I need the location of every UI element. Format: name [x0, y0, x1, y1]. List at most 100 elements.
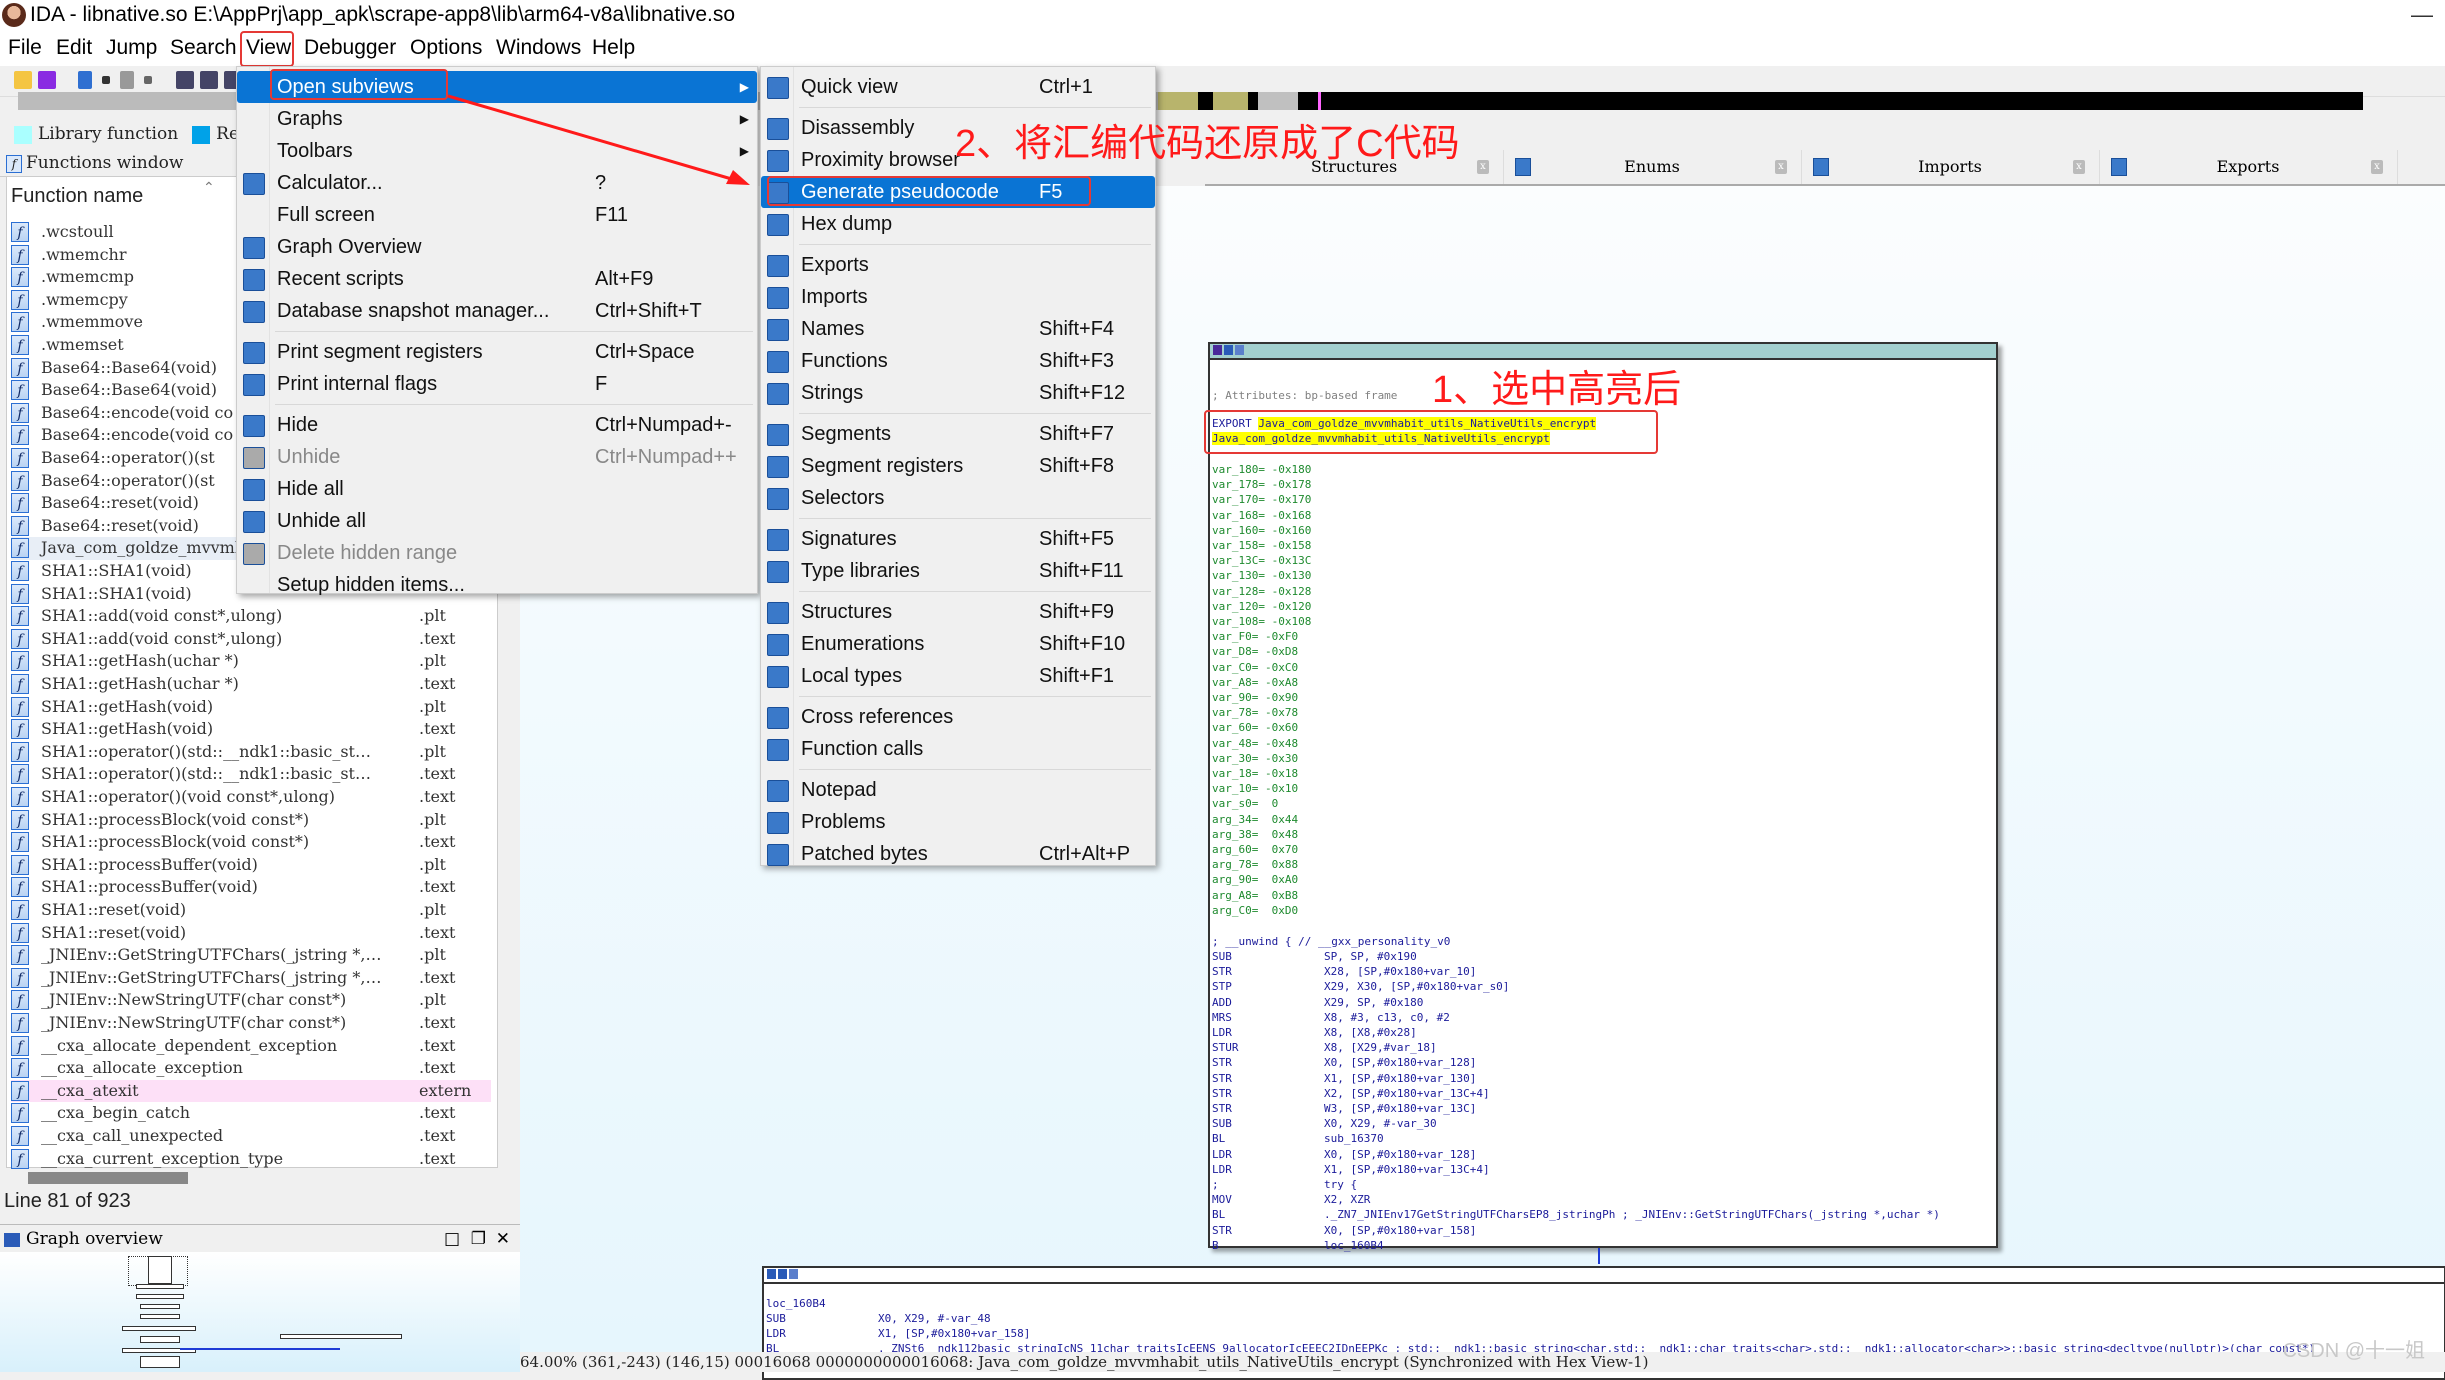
stack-variable[interactable]: var_120= -0x120 [1212, 599, 1311, 614]
function-row[interactable]: f SHA1::processBlock(void const*) .plt [11, 809, 491, 832]
instruction-line[interactable]: STR W3, [SP,#0x180+var_13C] [1212, 1101, 1940, 1116]
stack-variable[interactable]: var_78= -0x78 [1212, 705, 1311, 720]
menu-jump[interactable]: Jump [104, 30, 159, 66]
function-row[interactable]: f SHA1::operator()(std::__ndk1::basic_st…… [11, 763, 491, 786]
close-icon[interactable]: x [1775, 160, 1787, 174]
menu-item-function-calls[interactable]: Function calls [761, 733, 1155, 765]
menu-item-cross-references[interactable]: Cross references [761, 701, 1155, 733]
maximize-icon[interactable]: □ [444, 1225, 460, 1253]
function-row[interactable]: f SHA1::processBlock(void const*) .text [11, 831, 491, 854]
function-row[interactable]: f _JNIEnv::GetStringUTFChars(_jstring *,…… [11, 944, 491, 967]
menu-item-signatures[interactable]: Signatures Shift+F5 [761, 523, 1155, 555]
instruction-line[interactable]: MOV X2, XZR [1212, 1192, 1940, 1207]
instruction-line[interactable]: SUB X0, X29, #-var_48 [766, 1311, 2315, 1326]
instruction-line[interactable]: LDR X8, [X8,#0x28] [1212, 1025, 1940, 1040]
function-row[interactable]: f SHA1::processBuffer(void) .text [11, 876, 491, 899]
function-row[interactable]: f __cxa_allocate_exception .text [11, 1057, 491, 1080]
function-label-line[interactable]: Java_com_goldze_mvvmhabit_utils_NativeUt… [1212, 431, 1550, 446]
stack-variable[interactable]: var_168= -0x168 [1212, 508, 1311, 523]
sort-ascending-icon[interactable]: ⌃ [203, 179, 215, 196]
instruction-line[interactable]: STP X29, X30, [SP,#0x180+var_s0] [1212, 979, 1940, 994]
stack-variable[interactable]: var_158= -0x158 [1212, 538, 1311, 553]
instruction-line[interactable]: SUB SP, SP, #0x190 [1212, 949, 1940, 964]
menu-view[interactable]: View [244, 30, 293, 66]
menu-item-hide[interactable]: Hide Ctrl+Numpad+- [237, 409, 757, 441]
function-row[interactable]: f SHA1::getHash(void) .plt [11, 696, 491, 719]
node-rename-icon[interactable] [778, 1269, 787, 1279]
menu-item-full-screen[interactable]: Full screen F11 [237, 199, 757, 231]
stack-variable[interactable]: var_178= -0x178 [1212, 477, 1311, 492]
menu-item-unhide[interactable]: Unhide Ctrl+Numpad++ [237, 441, 757, 473]
instruction-line[interactable]: ADD X29, SP, #0x180 [1212, 995, 1940, 1010]
menu-item-graph-overview[interactable]: Graph Overview [237, 231, 757, 263]
menu-options[interactable]: Options [408, 30, 484, 66]
menu-item-setup-hidden-items[interactable]: Setup hidden items... [237, 569, 757, 601]
menu-item-generate-pseudocode[interactable]: Generate pseudocode F5 [761, 176, 1155, 208]
instruction-line[interactable]: STUR X8, [X29,#var_18] [1212, 1040, 1940, 1055]
search-hex-icon[interactable] [176, 71, 194, 89]
menu-item-patched-bytes[interactable]: Patched bytes Ctrl+Alt+P [761, 838, 1155, 870]
function-row[interactable]: f SHA1::getHash(void) .text [11, 718, 491, 741]
function-row[interactable]: f SHA1::reset(void) .plt [11, 899, 491, 922]
function-row[interactable]: f SHA1::getHash(uchar *) .plt [11, 650, 491, 673]
instruction-line[interactable]: BL ._ZN7_JNIEnv17GetStringUTFCharsEP8_jst… [1212, 1207, 1940, 1222]
menu-item-print-segment-registers[interactable]: Print segment registers Ctrl+Space [237, 336, 757, 368]
instruction-line[interactable]: BL sub_16370 [1212, 1131, 1940, 1146]
menu-item-type-libraries[interactable]: Type libraries Shift+F11 [761, 555, 1155, 587]
stack-variable[interactable]: arg_60= 0x70 [1212, 842, 1311, 857]
function-row[interactable]: f SHA1::getHash(uchar *) .text [11, 673, 491, 696]
forward-dropdown-icon[interactable] [144, 76, 152, 84]
menu-item-recent-scripts[interactable]: Recent scripts Alt+F9 [237, 263, 757, 295]
stack-variable[interactable]: var_18= -0x18 [1212, 766, 1311, 781]
stack-variable[interactable]: var_s0= 0 [1212, 796, 1311, 811]
tab-enums[interactable]: Enums x [1503, 150, 1802, 184]
menu-item-imports[interactable]: Imports [761, 281, 1155, 313]
stack-variable[interactable]: var_170= -0x170 [1212, 492, 1311, 507]
function-row[interactable]: f __cxa_begin_catch .text [11, 1102, 491, 1125]
stack-variable[interactable]: arg_A8= 0xB8 [1212, 888, 1311, 903]
menu-debugger[interactable]: Debugger [302, 30, 398, 66]
stack-variable[interactable]: var_108= -0x108 [1212, 614, 1311, 629]
function-label-highlight[interactable]: Java_com_goldze_mvvmhabit_utils_NativeUt… [1212, 432, 1550, 445]
stack-variable[interactable]: arg_78= 0x88 [1212, 857, 1311, 872]
stack-variable[interactable]: var_13C= -0x13C [1212, 553, 1311, 568]
menu-item-local-types[interactable]: Local types Shift+F1 [761, 660, 1155, 692]
stack-variable[interactable]: var_160= -0x160 [1212, 523, 1311, 538]
menu-item-selectors[interactable]: Selectors [761, 482, 1155, 514]
graph-overview-canvas[interactable] [0, 1252, 520, 1372]
instruction-line[interactable]: STR X1, [SP,#0x180+var_130] [1212, 1071, 1940, 1086]
function-row[interactable]: f __cxa_current_exception_type .text [11, 1148, 491, 1171]
minimize-button[interactable]: — [2411, 0, 2433, 30]
menu-item-database-snapshot-manager[interactable]: Database snapshot manager... Ctrl+Shift+T [237, 295, 757, 327]
function-row[interactable]: f SHA1::add(void const*,ulong) .plt [11, 605, 491, 628]
function-row[interactable]: f SHA1::reset(void) .text [11, 922, 491, 945]
tab-exports[interactable]: Exports x [2099, 150, 2398, 184]
tab-imports[interactable]: Imports x [1801, 150, 2100, 184]
function-row[interactable]: f __cxa_call_unexpected .text [11, 1125, 491, 1148]
close-icon[interactable]: x [2371, 160, 2383, 174]
menu-item-unhide-all[interactable]: Unhide all [237, 505, 757, 537]
close-icon[interactable]: x [1477, 160, 1489, 174]
function-row[interactable]: f _JNIEnv::GetStringUTFChars(_jstring *,…… [11, 967, 491, 990]
stack-variable[interactable]: var_90= -0x90 [1212, 690, 1311, 705]
menu-item-enumerations[interactable]: Enumerations Shift+F10 [761, 628, 1155, 660]
menu-edit[interactable]: Edit [54, 30, 94, 66]
search-text-icon[interactable] [200, 71, 218, 89]
menu-item-calculator[interactable]: Calculator...? [237, 167, 757, 199]
stack-variable[interactable]: arg_38= 0x48 [1212, 827, 1311, 842]
menu-item-functions[interactable]: Functions Shift+F3 [761, 345, 1155, 377]
menu-file[interactable]: File [6, 30, 44, 66]
back-icon[interactable] [78, 71, 92, 89]
close-icon[interactable]: ✕ [496, 1225, 510, 1253]
menu-help[interactable]: Help [590, 30, 637, 66]
instruction-line[interactable]: STR X2, [SP,#0x180+var_13C+4] [1212, 1086, 1940, 1101]
graph-node-main[interactable]: ; Attributes: bp-based frame EXPORT Java… [1204, 342, 1998, 1252]
instruction-line[interactable]: Bloc_160B4 [1212, 1238, 1940, 1253]
instruction-line[interactable]: MRS X8, #3, c13, c0, #2 [1212, 1010, 1940, 1025]
instruction-line[interactable]: LDR X0, [SP,#0x180+var_128] [1212, 1147, 1940, 1162]
function-row[interactable]: f _JNIEnv::NewStringUTF(char const*) .plt [11, 989, 491, 1012]
menu-item-toolbars[interactable]: Toolbars ▶ [237, 135, 757, 167]
menu-item-delete-hidden-range[interactable]: Delete hidden range [237, 537, 757, 569]
stack-variable[interactable]: var_128= -0x128 [1212, 584, 1311, 599]
stack-variable[interactable]: var_180= -0x180 [1212, 462, 1311, 477]
